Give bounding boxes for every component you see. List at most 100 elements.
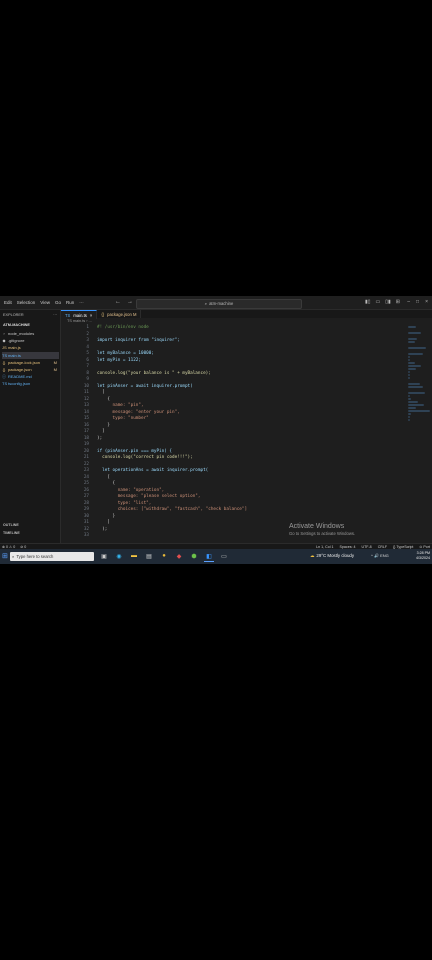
file-tree-item[interactable]: › node_modules xyxy=(2,330,59,337)
minimap-line xyxy=(408,401,419,403)
minimap-line xyxy=(408,404,424,406)
file-type-icon: TS xyxy=(2,381,8,387)
file-tree-item[interactable]: {} package-lock.json M xyxy=(2,359,59,366)
explorer-sidebar: EXPLORER ··· ATM-MACHINE › node_modules ◆.… xyxy=(0,310,61,543)
minimap-line xyxy=(408,392,426,394)
minimap-line xyxy=(408,374,410,376)
taskbar-apps: ▣ ◉ ▬ ▤ ● ◆ ⬢ ◧ ▭ xyxy=(99,551,229,562)
minimap-line xyxy=(408,383,420,385)
nodejs-icon[interactable]: ⬢ xyxy=(189,551,199,561)
minimize-icon[interactable]: – xyxy=(407,299,410,305)
search-icon: ⌕ xyxy=(12,553,15,559)
file-type-icon: ◆ xyxy=(2,338,6,344)
maximize-icon[interactable]: □ xyxy=(416,299,419,305)
file-tree-item[interactable]: {} package.json M xyxy=(2,366,59,373)
file-name: node_modules xyxy=(8,331,35,336)
file-type-icon: {} xyxy=(2,359,6,365)
minimap-line xyxy=(408,386,423,388)
minimap-line xyxy=(408,365,421,367)
minimap-line xyxy=(408,407,417,409)
file-type-icon: › xyxy=(3,331,5,336)
nav-arrows: ← → xyxy=(115,299,133,305)
minimap-line xyxy=(408,356,410,358)
file-tree-item[interactable]: TS main.ts xyxy=(2,351,59,359)
minimap-line xyxy=(408,419,410,421)
file-tree-item[interactable]: ⓘ README.md xyxy=(2,373,59,380)
task-view-icon[interactable]: ▣ xyxy=(99,551,109,561)
file-tree-item[interactable]: TS tsconfig.json xyxy=(2,380,59,387)
vscode-window: Edit Selection View Go Run ··· ← → ⌕ atm… xyxy=(0,296,432,564)
timeline-section[interactable]: TIMELINE xyxy=(3,531,20,535)
system-tray[interactable]: ^ 🔊 ENG xyxy=(371,553,389,558)
taskbar-weather[interactable]: ☁ 29°C Mostly cloudy xyxy=(310,553,354,559)
minimap-line xyxy=(408,368,416,370)
back-arrow-icon[interactable]: ← xyxy=(115,299,121,305)
outline-section[interactable]: OUTLINE xyxy=(3,523,19,527)
code-editor[interactable]: 1 #! /usr/bin/env node 2 3 import inquirer f… xyxy=(61,325,401,540)
project-folder[interactable]: ATM-MACHINE xyxy=(3,323,30,327)
menu-run[interactable]: Run xyxy=(66,300,74,305)
git-modified-badge: M xyxy=(53,359,57,365)
customize-layout-icon[interactable]: ⊞ xyxy=(396,299,400,305)
file-name: tsconfig.json xyxy=(8,381,31,387)
terminal-icon[interactable]: ▭ xyxy=(219,551,229,561)
menu-edit[interactable]: Edit xyxy=(4,300,12,305)
explorer-title: EXPLORER xyxy=(3,313,24,317)
store-icon[interactable]: ▤ xyxy=(144,551,154,561)
command-center-search[interactable]: ⌕ atm-machine xyxy=(136,298,302,309)
file-type-icon: JS xyxy=(2,345,7,351)
minimap-line xyxy=(408,362,416,364)
line-number: 33 xyxy=(83,533,89,538)
tab-label: main.ts xyxy=(73,312,87,318)
menu-view[interactable]: View xyxy=(40,300,50,305)
menu-selection[interactable]: Selection xyxy=(17,300,36,305)
taskbar-search[interactable]: ⌕ Type here to search xyxy=(10,551,94,561)
tab-main-ts[interactable]: TS main.ts × xyxy=(61,310,98,319)
file-name: README.md xyxy=(8,374,32,380)
vscode-icon[interactable]: ◧ xyxy=(204,551,214,562)
file-explorer-icon[interactable]: ▬ xyxy=(129,551,139,561)
minimap-line xyxy=(408,410,430,412)
search-icon: ⌕ xyxy=(204,301,208,306)
explorer-more-icon[interactable]: ··· xyxy=(53,313,57,317)
minimap[interactable] xyxy=(408,325,430,421)
taskbar-search-placeholder: Type here to search xyxy=(16,553,54,559)
watermark-subtitle: Go to Settings to activate Windows. xyxy=(289,531,356,536)
close-icon[interactable]: × xyxy=(425,299,428,305)
tab-close-icon[interactable]: × xyxy=(90,313,92,318)
activate-windows-watermark: Activate Windows Go to Settings to activ… xyxy=(289,523,355,536)
minimap-line xyxy=(408,347,426,349)
edge-icon[interactable]: ◉ xyxy=(114,551,124,561)
minimap-line xyxy=(408,353,423,355)
explorer-header: EXPLORER ··· xyxy=(3,313,57,317)
toggle-sidebar-icon[interactable]: ▮▯ xyxy=(365,299,371,305)
file-name: .gitignore xyxy=(8,338,25,344)
tab-label: package.json M xyxy=(107,311,137,317)
file-type-icon: {} xyxy=(2,366,6,372)
weather-text: 29°C Mostly cloudy xyxy=(316,553,355,558)
windows-taskbar: ⊞ ⌕ Type here to search ▣ ◉ ▬ ▤ ● ◆ ⬢ ◧ … xyxy=(0,549,432,564)
minimap-line xyxy=(408,326,416,328)
taskbar-clock[interactable]: 3:28 PM 4/3/2024 xyxy=(416,551,430,561)
typescript-file-icon: TS xyxy=(65,312,71,318)
windows-start-icon[interactable]: ⊞ xyxy=(2,552,8,560)
file-name: main.ts xyxy=(8,352,21,358)
file-name: package-lock.json xyxy=(8,359,41,365)
minimap-line xyxy=(408,338,417,340)
toggle-panel-icon[interactable]: ▭ xyxy=(376,299,381,305)
minimap-line xyxy=(408,332,421,334)
breadcrumb[interactable]: TS main.ts › ... xyxy=(67,319,92,323)
tab-package-json[interactable]: {} package.json M xyxy=(97,310,142,318)
toggle-secondary-sidebar-icon[interactable]: ▯▮ xyxy=(385,299,391,305)
editor-tabs: TS main.ts × {} package.json M xyxy=(61,310,432,319)
command-center-label: atm-machine xyxy=(209,301,234,306)
minimap-line xyxy=(408,359,410,361)
chrome-icon[interactable]: ● xyxy=(159,551,169,561)
menu-go[interactable]: Go xyxy=(55,300,61,305)
forward-arrow-icon[interactable]: → xyxy=(127,299,133,305)
layout-controls: ▮▯ ▭ ▯▮ ⊞ xyxy=(365,299,400,305)
menu-more[interactable]: ··· xyxy=(79,300,84,305)
app-icon[interactable]: ◆ xyxy=(174,551,184,561)
file-tree-item[interactable]: JS main.js xyxy=(2,344,59,351)
file-tree-item[interactable]: ◆ .gitignore xyxy=(2,337,59,344)
